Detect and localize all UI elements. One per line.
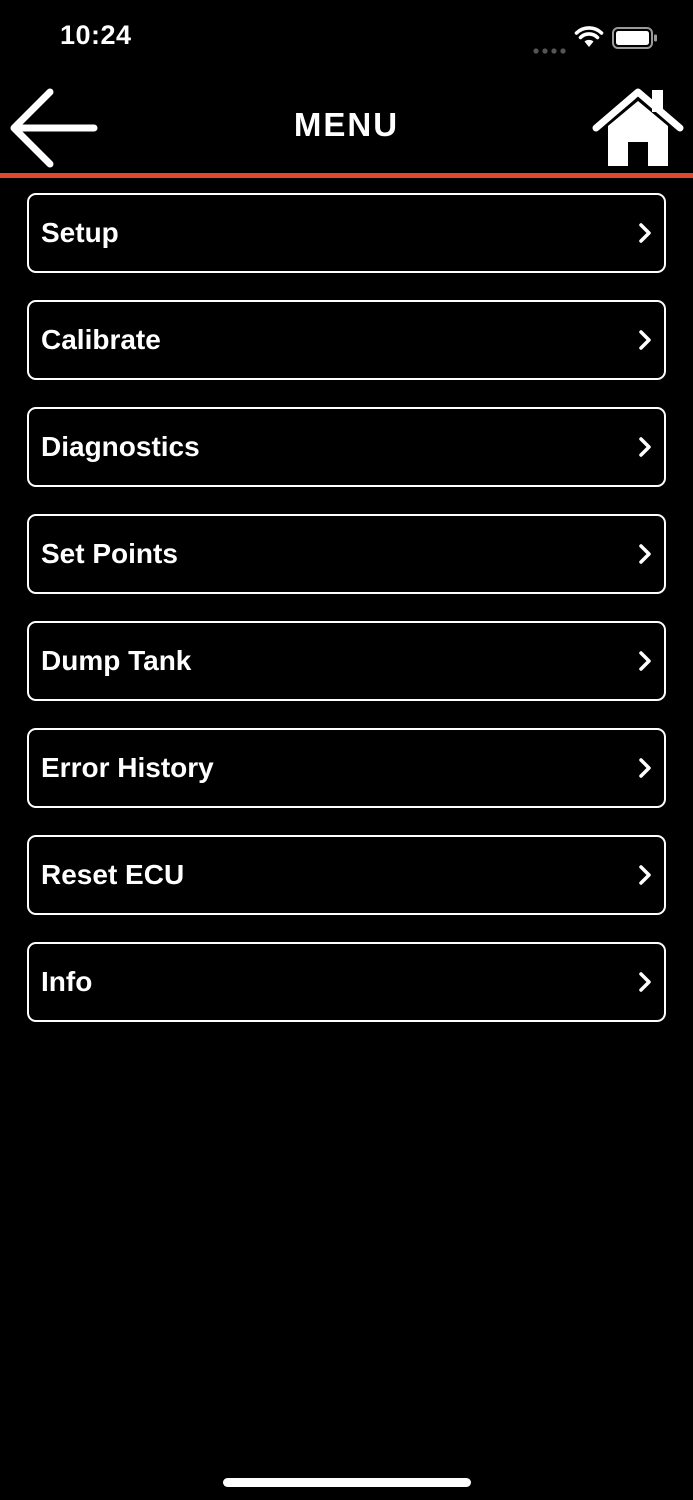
menu-item-setup[interactable]: Setup: [27, 193, 666, 273]
menu-item-set-points[interactable]: Set Points: [27, 514, 666, 594]
battery-icon: [612, 27, 658, 49]
status-bar: 10:24: [0, 0, 693, 76]
nav-bar: MENU: [0, 76, 693, 176]
chevron-right-icon: [638, 757, 652, 779]
cellular-signal-icon: [533, 41, 567, 54]
menu-item-reset-ecu[interactable]: Reset ECU: [27, 835, 666, 915]
wifi-icon: [574, 26, 604, 48]
menu-item-label: Setup: [41, 217, 119, 248]
chevron-right-icon: [638, 971, 652, 993]
menu-item-dump-tank[interactable]: Dump Tank: [27, 621, 666, 701]
menu-item-label: Error History: [41, 752, 214, 783]
menu-item-error-history[interactable]: Error History: [27, 728, 666, 808]
menu-item-label: Reset ECU: [41, 859, 185, 890]
home-button[interactable]: [590, 84, 686, 170]
chevron-right-icon: [638, 329, 652, 351]
status-time: 10:24: [60, 20, 132, 50]
menu-item-info[interactable]: Info: [27, 942, 666, 1022]
header-divider: [0, 173, 693, 178]
menu-item-label: Diagnostics: [41, 431, 200, 462]
menu-item-label: Info: [41, 966, 93, 997]
chevron-right-icon: [638, 222, 652, 244]
chevron-right-icon: [638, 650, 652, 672]
home-indicator[interactable]: [223, 1478, 471, 1487]
chevron-right-icon: [638, 864, 652, 886]
menu-item-calibrate[interactable]: Calibrate: [27, 300, 666, 380]
menu-list: Setup Calibrate Diagnostics Set Points D…: [27, 193, 666, 1049]
menu-item-label: Set Points: [41, 538, 178, 569]
chevron-right-icon: [638, 436, 652, 458]
home-icon: [590, 84, 686, 170]
menu-item-label: Calibrate: [41, 324, 161, 355]
menu-item-label: Dump Tank: [41, 645, 192, 676]
chevron-right-icon: [638, 543, 652, 565]
menu-item-diagnostics[interactable]: Diagnostics: [27, 407, 666, 487]
